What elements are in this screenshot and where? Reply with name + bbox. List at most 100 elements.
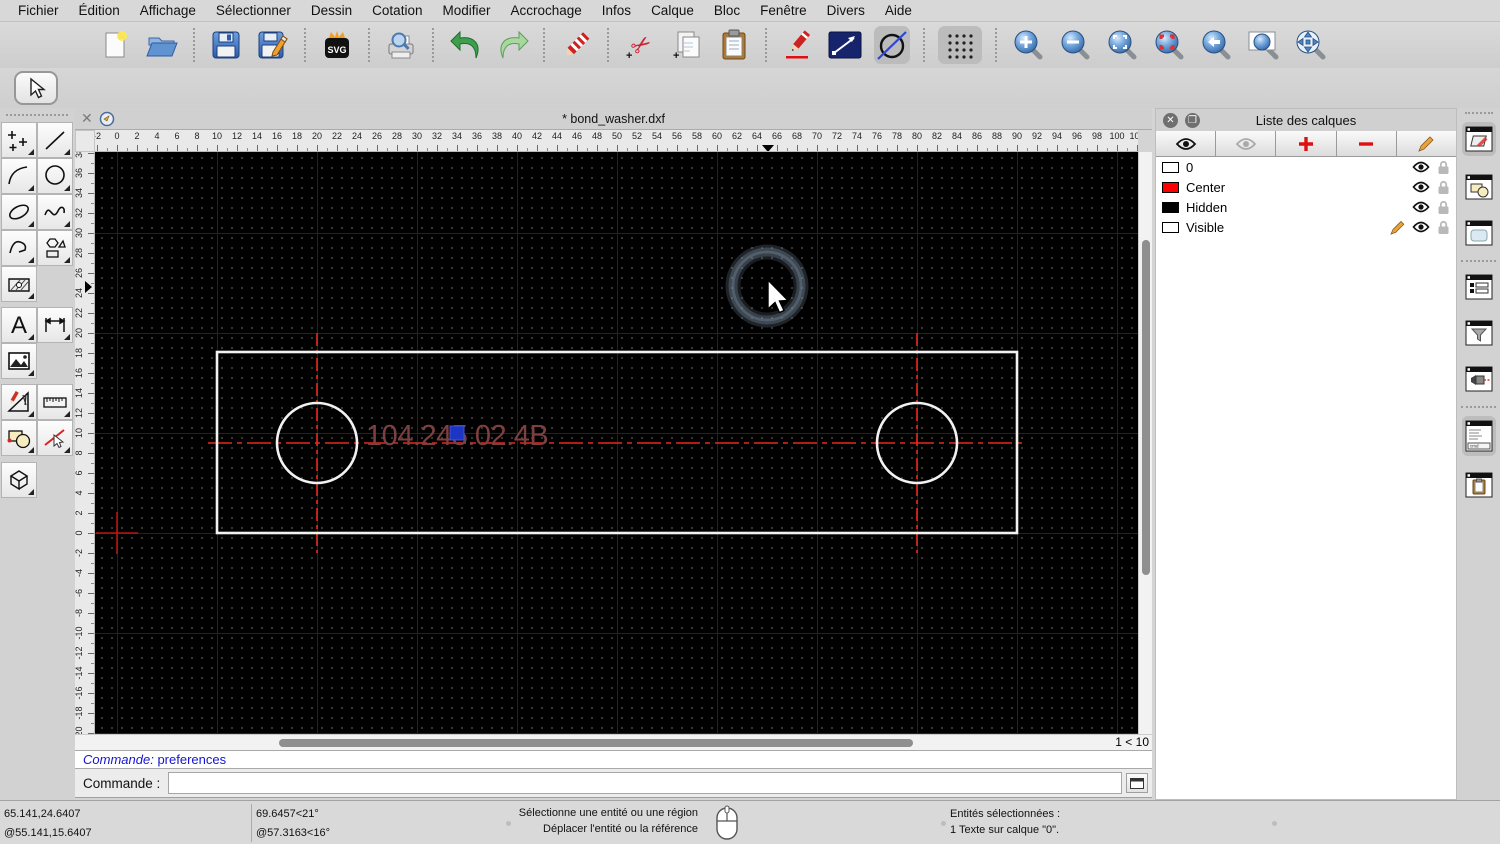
- dimension-tool-button[interactable]: [37, 307, 73, 343]
- dock-handle[interactable]: [6, 114, 68, 116]
- copy-button[interactable]: +: [669, 26, 705, 64]
- document-close-icon[interactable]: ✕: [81, 110, 93, 127]
- ruler-tool-button[interactable]: [37, 384, 73, 420]
- dock-lights-button[interactable]: [1462, 362, 1496, 396]
- menu-item-divers[interactable]: Divers: [817, 3, 875, 18]
- menu-item-accrochage[interactable]: Accrochage: [500, 3, 591, 18]
- vertical-scrollbar-thumb[interactable]: [1142, 240, 1150, 575]
- v-ruler-label: 36: [75, 168, 84, 179]
- menu-item-cotation[interactable]: Cotation: [362, 3, 432, 18]
- dock-layer-list-button[interactable]: [1462, 122, 1496, 156]
- measure-tool-button[interactable]: [1, 384, 37, 420]
- edit-layer-button[interactable]: [1396, 131, 1457, 156]
- zoom-previous-button[interactable]: [1198, 26, 1234, 64]
- dock-entity-list-button[interactable]: [1462, 270, 1496, 304]
- polyline-tool-button[interactable]: [1, 230, 37, 266]
- open-file-button[interactable]: [144, 26, 180, 64]
- undo-button[interactable]: [447, 26, 483, 64]
- layer-visible-icon[interactable]: [1412, 201, 1430, 213]
- draw-pencil-button[interactable]: [780, 26, 816, 64]
- arc-tool-button[interactable]: [1, 158, 37, 194]
- remove-layer-button[interactable]: [1336, 131, 1397, 156]
- menu-item-calque[interactable]: Calque: [641, 3, 704, 18]
- zoom-out-button[interactable]: [1057, 26, 1093, 64]
- menu-item-aide[interactable]: Aide: [875, 3, 922, 18]
- layer-lock-icon[interactable]: [1437, 160, 1450, 175]
- pan-button[interactable]: [1292, 26, 1328, 64]
- layer-lock-icon[interactable]: [1437, 220, 1450, 235]
- horizontal-scrollbar-thumb[interactable]: [279, 739, 913, 747]
- modify-tool-button[interactable]: [1, 420, 37, 456]
- dock-handle[interactable]: [1465, 112, 1493, 114]
- shapes-tool-button[interactable]: [37, 230, 73, 266]
- command-input[interactable]: [168, 772, 1122, 794]
- menu-item-modifier[interactable]: Modifier: [432, 3, 500, 18]
- spline-tool-button[interactable]: [37, 194, 73, 230]
- dock-command-widget-button[interactable]: cmd: [1462, 416, 1496, 456]
- layer-color-swatch[interactable]: [1162, 201, 1179, 213]
- hatch-tool-button[interactable]: [1, 266, 37, 302]
- menu-item-dessin[interactable]: Dessin: [301, 3, 362, 18]
- horizontal-scrollbar[interactable]: [75, 734, 1110, 750]
- h-ruler-label: 0: [114, 131, 120, 141]
- menu-item-fichier[interactable]: Fichier: [8, 3, 69, 18]
- layer-visible-icon[interactable]: [1412, 181, 1430, 193]
- zoom-frame-button[interactable]: [1245, 26, 1281, 64]
- v-ruler-label: 4: [75, 490, 84, 496]
- layer-color-swatch[interactable]: [1162, 221, 1179, 233]
- dock-library-browser-button[interactable]: [1462, 216, 1496, 250]
- ellipse-tool-button[interactable]: [1, 194, 37, 230]
- export-svg-button[interactable]: SVG: [319, 26, 355, 64]
- drawing-canvas[interactable]: 104.245.02.4B: [95, 152, 1138, 734]
- layer-lock-icon[interactable]: [1437, 180, 1450, 195]
- hide-all-layers-button[interactable]: [1216, 131, 1277, 156]
- line-tool-palette-button[interactable]: [37, 122, 73, 158]
- menu-item-fenetre[interactable]: Fenêtre: [750, 3, 817, 18]
- layer-row-0[interactable]: 0: [1156, 157, 1456, 177]
- command-dock-button[interactable]: [1126, 773, 1148, 793]
- show-all-layers-button[interactable]: [1156, 131, 1217, 156]
- layer-panel-close-icon[interactable]: ✕: [1163, 112, 1178, 128]
- zoom-window-button[interactable]: [1151, 26, 1187, 64]
- image-tool-button[interactable]: [1, 343, 37, 379]
- layer-row-visible[interactable]: Visible: [1156, 217, 1456, 237]
- text-tool-button[interactable]: A: [1, 307, 37, 343]
- menu-item-selectionner[interactable]: Sélectionner: [206, 3, 301, 18]
- vertical-scrollbar[interactable]: [1138, 152, 1152, 734]
- redo-button[interactable]: [494, 26, 530, 64]
- menu-item-infos[interactable]: Infos: [592, 3, 641, 18]
- new-file-button[interactable]: [97, 26, 133, 64]
- layer-row-hidden[interactable]: Hidden: [1156, 197, 1456, 217]
- layer-row-center[interactable]: Center: [1156, 177, 1456, 197]
- cube-3d-tool-button[interactable]: [1, 462, 37, 498]
- print-preview-button[interactable]: [383, 26, 419, 64]
- dock-entity-filter-button[interactable]: [1462, 316, 1496, 350]
- zoom-auto-button[interactable]: [1104, 26, 1140, 64]
- points-tool-button[interactable]: [1, 122, 37, 158]
- layer-visible-icon[interactable]: [1412, 221, 1430, 233]
- dock-notes-button[interactable]: [1462, 468, 1496, 502]
- line-tool-button[interactable]: [827, 26, 863, 64]
- select-entity-tool-button[interactable]: [37, 420, 73, 456]
- delete-button[interactable]: [558, 26, 594, 64]
- zoom-in-button[interactable]: [1010, 26, 1046, 64]
- zoom-out-icon: [1061, 30, 1090, 60]
- menu-item-bloc[interactable]: Bloc: [704, 3, 750, 18]
- dock-block-list-button[interactable]: [1462, 170, 1496, 204]
- layer-color-swatch[interactable]: [1162, 161, 1179, 173]
- grid-toggle-button[interactable]: [938, 26, 982, 64]
- circle-tool-button[interactable]: [874, 26, 910, 64]
- layer-color-swatch[interactable]: [1162, 181, 1179, 193]
- layer-lock-icon[interactable]: [1437, 200, 1450, 215]
- save-as-button[interactable]: [255, 26, 291, 64]
- cut-button[interactable]: ✂ +: [622, 26, 658, 64]
- circle-tool-palette-button[interactable]: [37, 158, 73, 194]
- layer-panel-float-icon[interactable]: ❐: [1185, 112, 1200, 128]
- menu-item-affichage[interactable]: Affichage: [130, 3, 206, 18]
- menu-item-edition[interactable]: Édition: [69, 3, 130, 18]
- layer-visible-icon[interactable]: [1412, 161, 1430, 173]
- save-button[interactable]: [208, 26, 244, 64]
- selection-pointer-button[interactable]: [14, 71, 58, 105]
- paste-button[interactable]: [716, 26, 752, 64]
- add-layer-button[interactable]: [1276, 131, 1337, 156]
